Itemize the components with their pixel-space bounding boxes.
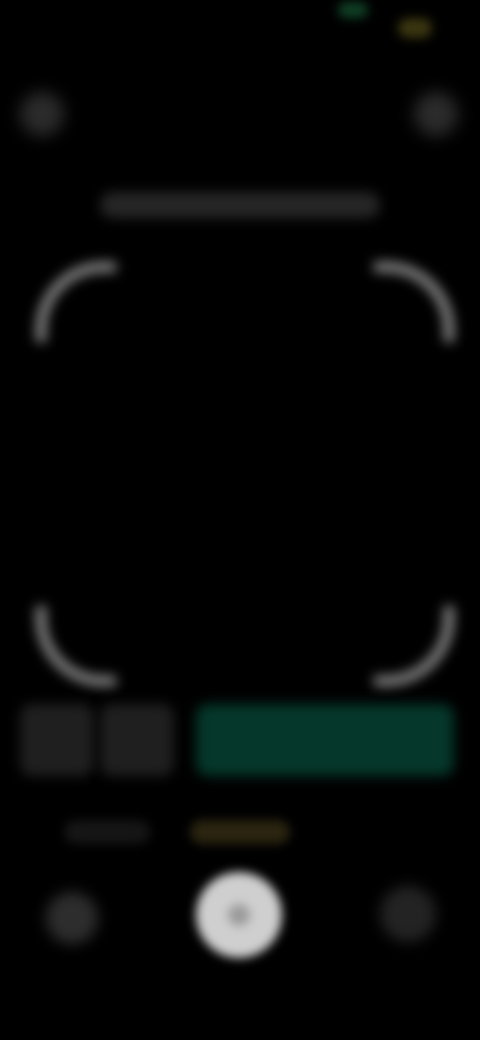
primary-action-label <box>196 704 454 776</box>
shutter-button[interactable] <box>196 872 282 958</box>
status-bar <box>0 0 480 60</box>
battery-icon <box>398 18 432 38</box>
switch-camera-icon[interactable] <box>380 886 436 942</box>
settings-button[interactable] <box>100 704 174 776</box>
scan-frame-corner-top-left <box>36 262 116 342</box>
gallery-button[interactable] <box>20 704 94 776</box>
status-time <box>28 16 120 38</box>
close-icon[interactable] <box>20 92 64 136</box>
shutter-icon <box>228 904 250 926</box>
scan-frame-corner-bottom-left <box>36 606 116 686</box>
scan-frame-corner-bottom-right <box>374 606 454 686</box>
thumbnail-icon[interactable] <box>46 892 98 944</box>
scan-hint <box>100 192 380 218</box>
camera-in-use-indicator <box>338 2 368 18</box>
mode-option-1[interactable] <box>64 820 150 844</box>
primary-action-button[interactable] <box>196 704 454 776</box>
flash-icon[interactable] <box>414 92 458 136</box>
scan-frame-corner-top-right <box>374 262 454 342</box>
mode-option-2-active[interactable] <box>190 820 290 844</box>
